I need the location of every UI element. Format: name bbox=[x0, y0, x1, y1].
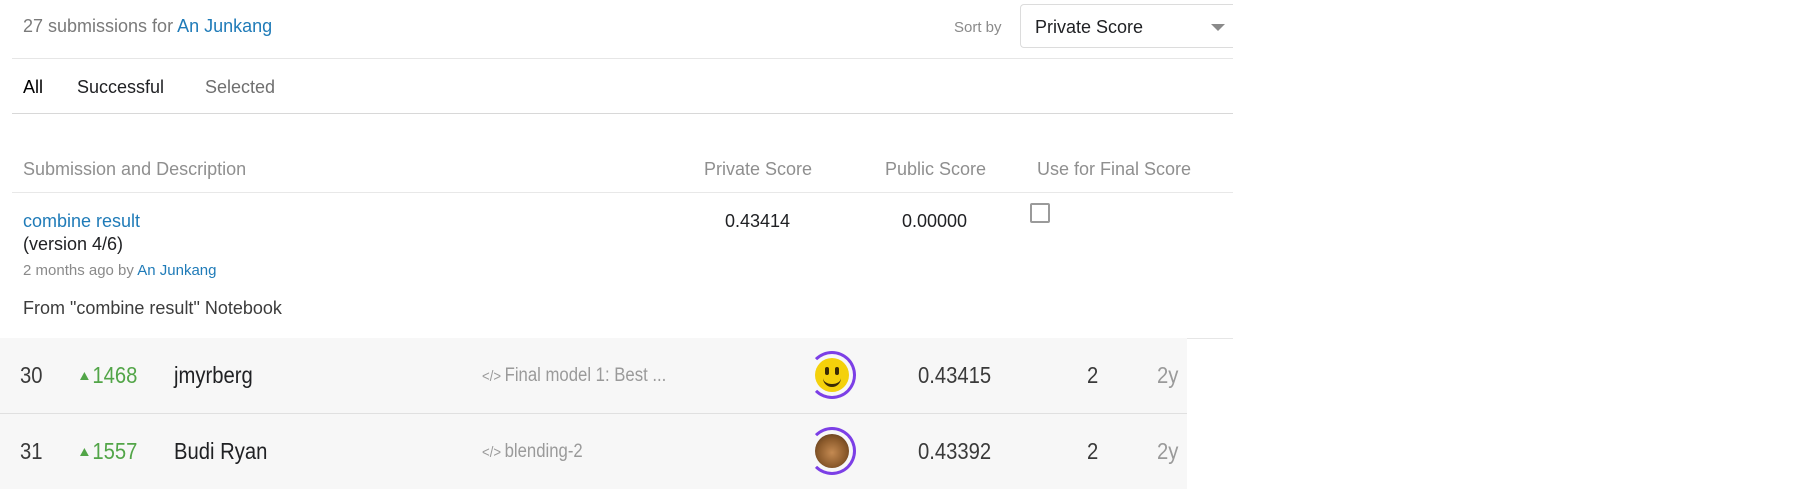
leaderboard-team[interactable]: Budi Ryan bbox=[174, 438, 267, 465]
leaderboard-last: 2y bbox=[1157, 362, 1179, 388]
tab-selected[interactable]: Selected bbox=[205, 77, 275, 98]
code-icon: </> bbox=[482, 368, 502, 385]
tab-successful[interactable]: Successful bbox=[77, 77, 164, 98]
triangle-up-icon bbox=[80, 448, 89, 456]
leaderboard-delta-value: 1468 bbox=[92, 362, 138, 388]
leaderboard-score: 0.43392 bbox=[918, 438, 992, 464]
code-icon: </> bbox=[482, 444, 502, 461]
submission-time: 2 months ago by bbox=[23, 262, 134, 279]
submissions-header: 27 submissions for An Junkang Sort by Pr… bbox=[12, 0, 1233, 59]
leaderboard-entries: 2 bbox=[1087, 362, 1099, 388]
leaderboard-rank: 30 bbox=[20, 362, 43, 388]
leaderboard-row: 30 1468 jmyrberg </> Final model 1: Best … bbox=[0, 338, 1187, 414]
leaderboard-last: 2y bbox=[1157, 438, 1179, 464]
use-for-final-checkbox[interactable] bbox=[1030, 203, 1050, 223]
submission-description: From "combine result" Notebook bbox=[23, 298, 282, 318]
smiley-avatar-icon bbox=[815, 358, 849, 392]
submission-row: combine result (version 4/6) 2 months ag… bbox=[12, 193, 1233, 339]
submission-count: 27 submissions for An Junkang bbox=[23, 16, 272, 37]
team-avatar[interactable] bbox=[808, 351, 856, 399]
leaderboard-row: 31 1557 Budi Ryan </> blending-2 0.43392 … bbox=[0, 414, 1187, 489]
table-header: Submission and Description Private Score… bbox=[12, 147, 1233, 193]
leaderboard-kernel-title: blending-2 bbox=[504, 441, 583, 462]
submissions-panel: 27 submissions for An Junkang Sort by Pr… bbox=[12, 0, 1233, 339]
submission-count-text: 27 submissions for bbox=[23, 16, 174, 36]
leaderboard-delta: 1557 bbox=[80, 438, 137, 465]
sort-label: Sort by bbox=[954, 19, 1002, 36]
submission-filter-tabs: All Successful Selected bbox=[12, 59, 1233, 114]
sort-value: Private Score bbox=[1035, 17, 1144, 37]
leaderboard-kernel-link[interactable]: </> Final model 1: Best ... bbox=[482, 365, 666, 387]
leaderboard-entries: 2 bbox=[1087, 438, 1099, 464]
leaderboard-team[interactable]: jmyrberg bbox=[174, 362, 253, 389]
column-submission: Submission and Description bbox=[23, 159, 247, 179]
column-private-score: Private Score bbox=[704, 159, 813, 179]
triangle-up-icon bbox=[80, 372, 89, 380]
submission-title-link[interactable]: combine result bbox=[23, 211, 140, 232]
submission-public-score: 0.00000 bbox=[902, 211, 968, 231]
team-avatar[interactable] bbox=[808, 427, 856, 475]
column-use-for-final: Use for Final Score bbox=[1037, 159, 1192, 179]
leaderboard-score: 0.43415 bbox=[918, 362, 992, 388]
submission-author-link[interactable]: An Junkang bbox=[137, 262, 216, 279]
tab-all[interactable]: All bbox=[23, 77, 43, 98]
leaderboard-kernel-title: Final model 1: Best ... bbox=[504, 365, 667, 386]
user-link[interactable]: An Junkang bbox=[177, 16, 272, 36]
column-public-score: Public Score bbox=[885, 159, 987, 179]
leaderboard-rank: 31 bbox=[20, 438, 43, 464]
leaderboard-delta-value: 1557 bbox=[92, 438, 138, 464]
submission-meta: 2 months ago by An Junkang bbox=[23, 262, 216, 279]
submission-version: (version 4/6) bbox=[23, 234, 124, 254]
leaderboard-delta: 1468 bbox=[80, 362, 137, 389]
sort-select[interactable]: Private Score bbox=[1020, 4, 1233, 48]
submission-private-score: 0.43414 bbox=[725, 211, 791, 231]
animal-avatar-icon bbox=[815, 434, 849, 468]
chevron-down-icon bbox=[1211, 24, 1225, 31]
leaderboard-kernel-link[interactable]: </> blending-2 bbox=[482, 441, 583, 463]
